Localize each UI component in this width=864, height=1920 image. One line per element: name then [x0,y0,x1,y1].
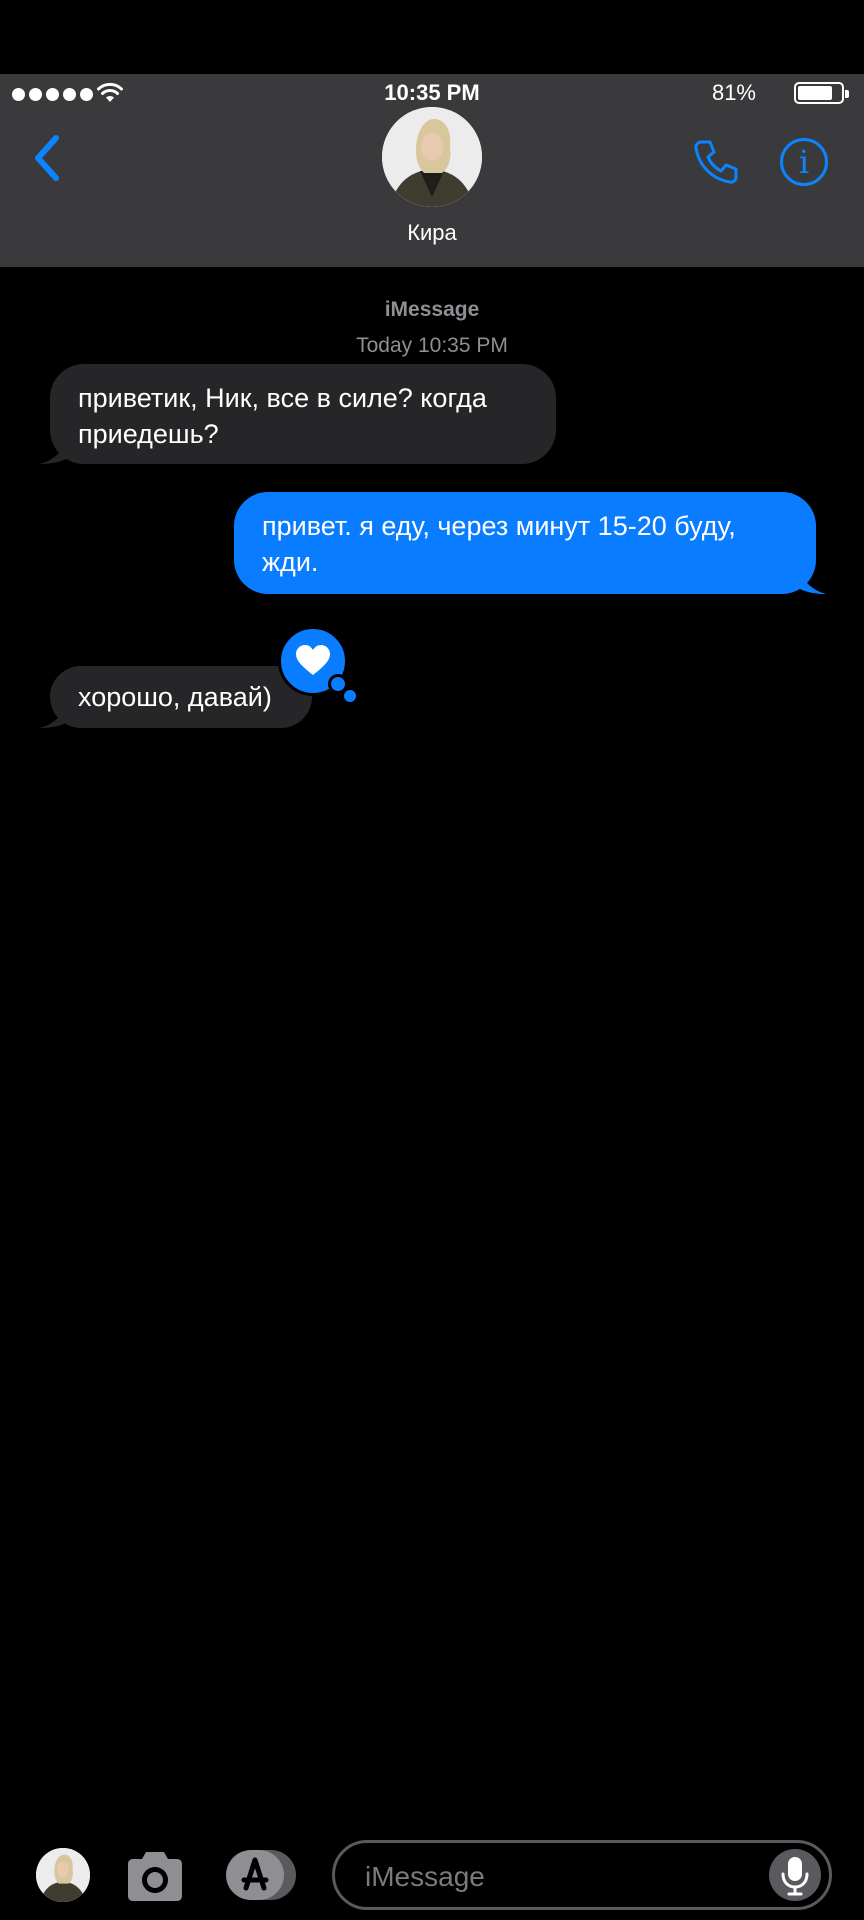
contact-name[interactable]: Кира [0,220,864,246]
info-icon[interactable]: i [780,138,828,186]
compose-bar: iMessage [0,1830,864,1920]
message-bubble-incoming[interactable]: приветик, Ник, все в силе? когда приедеш… [50,364,556,464]
message-timestamp: Today 10:35 PM [356,334,508,357]
service-label: iMessage [384,298,480,321]
back-button[interactable] [28,132,68,184]
memoji-avatar-button[interactable] [36,1848,90,1902]
status-bar: 10:35 PM 81% [0,74,864,110]
message-bubble-outgoing[interactable]: привет. я еду, через минут 15-20 буду, ж… [234,492,816,594]
message-bubble-incoming[interactable]: хорошо, давай) [50,666,312,728]
microphone-icon[interactable] [769,1849,821,1901]
top-black-band [0,0,864,74]
tapback-tail-dot [344,690,356,702]
message-input-placeholder: iMessage [365,1861,485,1892]
app-store-icon[interactable] [226,1848,298,1902]
phone-icon[interactable] [690,136,742,188]
contact-avatar[interactable] [382,107,482,207]
camera-icon[interactable] [124,1850,186,1902]
battery-percent: 81% [711,80,756,105]
message-input[interactable]: iMessage [332,1840,832,1910]
battery-icon [794,82,849,104]
